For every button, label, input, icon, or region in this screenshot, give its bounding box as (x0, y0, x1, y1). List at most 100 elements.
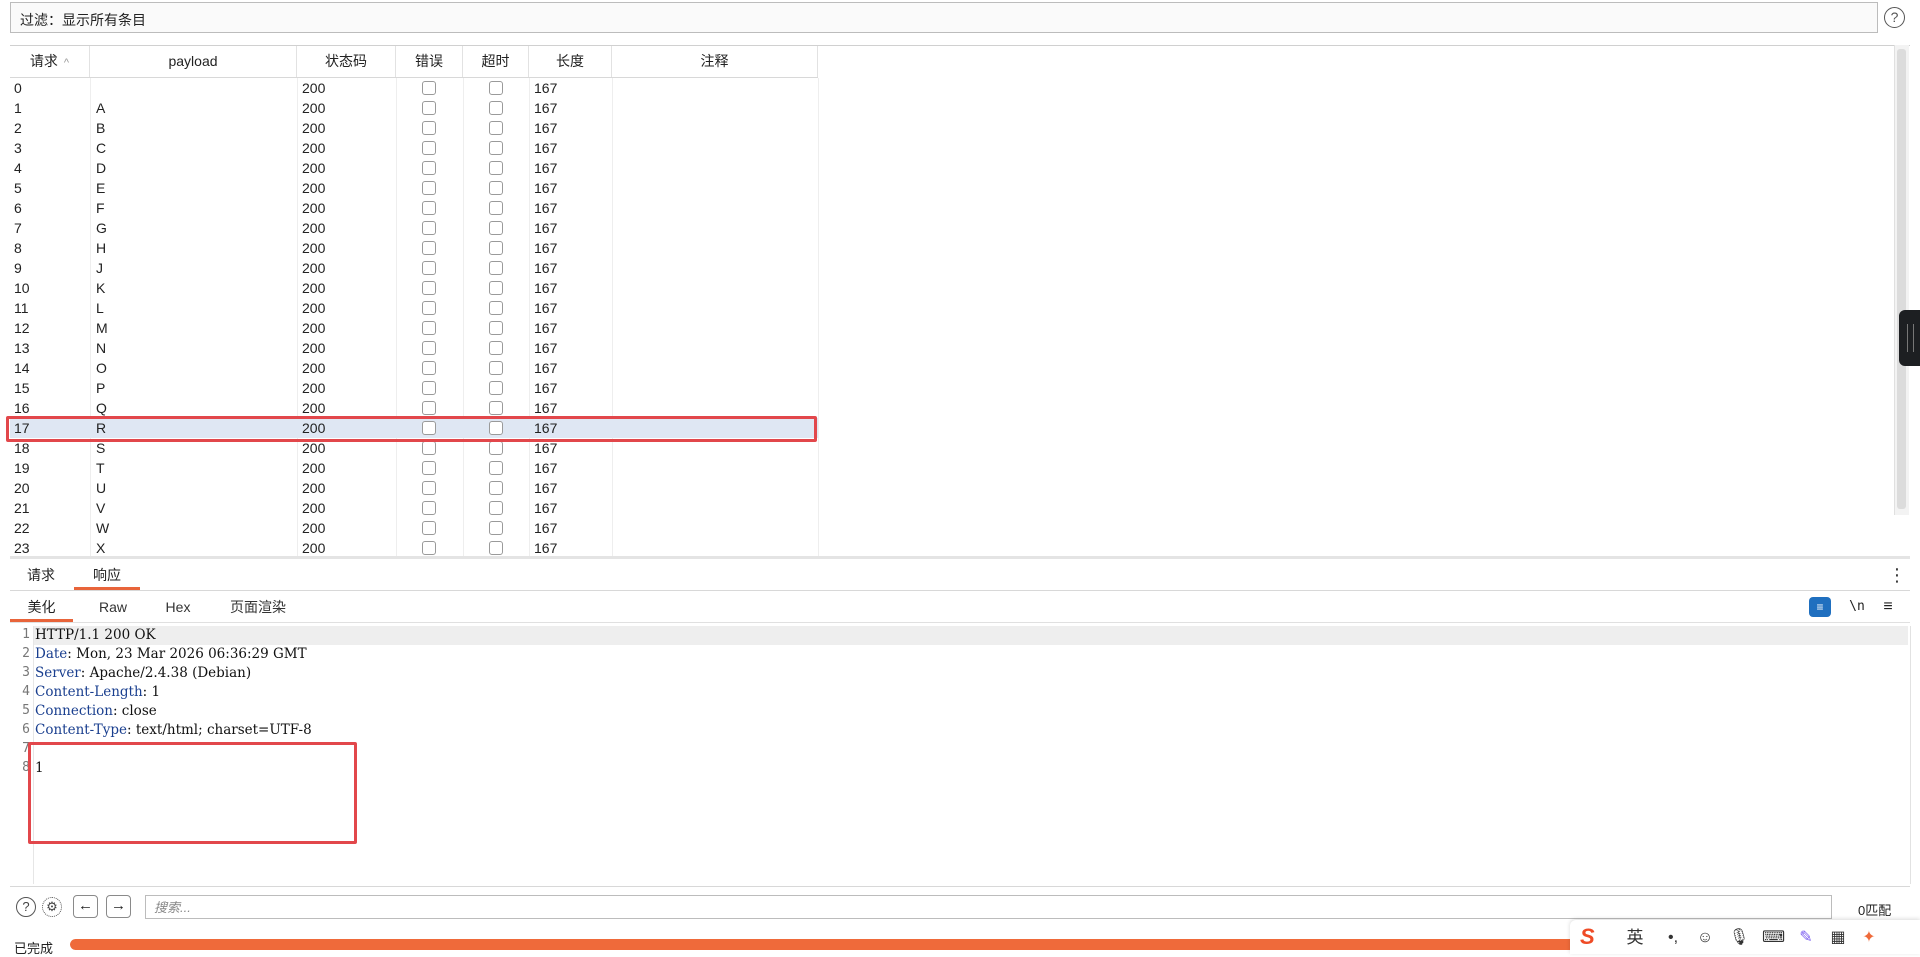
timeout-checkbox[interactable] (489, 81, 503, 95)
error-checkbox[interactable] (422, 81, 436, 95)
error-checkbox[interactable] (422, 281, 436, 295)
column-header-status[interactable]: 状态码 (297, 46, 396, 77)
table-row[interactable]: 3 C 200 167 (10, 138, 818, 158)
timeout-checkbox[interactable] (489, 341, 503, 355)
error-checkbox[interactable] (422, 241, 436, 255)
help-icon[interactable]: ? (16, 897, 36, 917)
table-row[interactable]: 20 U 200 167 (10, 478, 818, 498)
table-scrollbar[interactable] (1894, 45, 1909, 515)
timeout-checkbox[interactable] (489, 281, 503, 295)
table-row[interactable]: 19 T 200 167 (10, 458, 818, 478)
error-checkbox[interactable] (422, 361, 436, 375)
error-checkbox[interactable] (422, 201, 436, 215)
timeout-checkbox[interactable] (489, 121, 503, 135)
emoji-icon[interactable]: ☺ (1694, 928, 1716, 948)
error-checkbox[interactable] (422, 401, 436, 415)
gear-icon[interactable]: ⚙ (42, 897, 62, 917)
timeout-checkbox[interactable] (489, 321, 503, 335)
previous-match-button[interactable]: ← (73, 895, 98, 918)
timeout-checkbox[interactable] (489, 141, 503, 155)
error-checkbox[interactable] (422, 501, 436, 515)
error-checkbox[interactable] (422, 541, 436, 555)
timeout-checkbox[interactable] (489, 261, 503, 275)
table-row[interactable]: 13 N 200 167 (10, 338, 818, 358)
hamburger-menu-icon[interactable]: ≡ (1877, 597, 1899, 617)
search-input[interactable] (145, 895, 1832, 919)
toolbox-icon[interactable]: ▦ (1827, 928, 1849, 948)
error-checkbox[interactable] (422, 161, 436, 175)
more-options-icon[interactable]: ⋮ (1888, 564, 1906, 586)
column-header-length[interactable]: 长度 (529, 46, 612, 77)
error-checkbox[interactable] (422, 461, 436, 475)
error-checkbox[interactable] (422, 121, 436, 135)
split-pane-divider[interactable] (10, 556, 1910, 559)
table-row[interactable]: 22 W 200 167 (10, 518, 818, 538)
tab-response[interactable]: 响应 (74, 560, 140, 590)
scrollbar-thumb[interactable] (1897, 49, 1906, 509)
next-match-button[interactable]: → (106, 895, 131, 918)
table-row[interactable]: 15 P 200 167 (10, 378, 818, 398)
table-row[interactable]: 16 Q 200 167 (10, 398, 818, 418)
side-panel-handle[interactable] (1899, 310, 1920, 366)
timeout-checkbox[interactable] (489, 481, 503, 495)
error-checkbox[interactable] (422, 221, 436, 235)
tab-raw[interactable]: Raw (88, 592, 138, 622)
timeout-checkbox[interactable] (489, 381, 503, 395)
table-row[interactable]: 2 B 200 167 (10, 118, 818, 138)
timeout-checkbox[interactable] (489, 241, 503, 255)
table-row[interactable]: 7 G 200 167 (10, 218, 818, 238)
mascot-icon[interactable]: ✦ (1858, 928, 1880, 948)
table-row[interactable]: 23 X 200 167 (10, 538, 818, 556)
error-checkbox[interactable] (422, 521, 436, 535)
column-header-payload[interactable]: payload (90, 46, 297, 77)
error-checkbox[interactable] (422, 141, 436, 155)
timeout-checkbox[interactable] (489, 101, 503, 115)
timeout-checkbox[interactable] (489, 201, 503, 215)
ime-language-toggle[interactable]: 英 (1624, 928, 1646, 948)
tab-pretty[interactable]: 美化 (10, 592, 73, 622)
table-row[interactable]: 5 E 200 167 (10, 178, 818, 198)
help-icon[interactable]: ? (1884, 7, 1905, 28)
skin-icon[interactable]: ✎ (1795, 928, 1817, 948)
error-checkbox[interactable] (422, 301, 436, 315)
timeout-checkbox[interactable] (489, 401, 503, 415)
table-row[interactable]: 14 O 200 167 (10, 358, 818, 378)
error-checkbox[interactable] (422, 481, 436, 495)
column-header-comment[interactable]: 注释 (612, 46, 818, 77)
microphone-icon[interactable]: 🎙 (1728, 928, 1750, 948)
table-row[interactable]: 9 J 200 167 (10, 258, 818, 278)
error-checkbox[interactable] (422, 381, 436, 395)
column-header-request[interactable]: 请求 ^ (10, 46, 90, 77)
tab-request[interactable]: 请求 (20, 560, 62, 590)
timeout-checkbox[interactable] (489, 361, 503, 375)
error-checkbox[interactable] (422, 181, 436, 195)
timeout-checkbox[interactable] (489, 221, 503, 235)
keyboard-icon[interactable]: ⌨ (1762, 928, 1785, 948)
timeout-checkbox[interactable] (489, 541, 503, 555)
timeout-checkbox[interactable] (489, 301, 503, 315)
tab-render[interactable]: 页面渲染 (218, 592, 298, 622)
column-header-error[interactable]: 错误 (396, 46, 463, 77)
table-row[interactable]: 1 A 200 167 (10, 98, 818, 118)
column-header-timeout[interactable]: 超时 (463, 46, 529, 77)
error-checkbox[interactable] (422, 101, 436, 115)
table-row[interactable]: 12 M 200 167 (10, 318, 818, 338)
timeout-checkbox[interactable] (489, 441, 503, 455)
error-checkbox[interactable] (422, 341, 436, 355)
error-checkbox[interactable] (422, 321, 436, 335)
timeout-checkbox[interactable] (489, 501, 503, 515)
timeout-checkbox[interactable] (489, 521, 503, 535)
wrap-lines-icon[interactable]: ≡ (1809, 597, 1831, 617)
show-newlines-button[interactable]: \n (1846, 597, 1868, 617)
filter-bar[interactable]: 过滤：显示所有条目 (10, 2, 1878, 33)
punctuation-icon[interactable]: •, (1662, 928, 1684, 948)
timeout-checkbox[interactable] (489, 181, 503, 195)
table-row[interactable]: 8 H 200 167 (10, 238, 818, 258)
ime-logo-icon[interactable]: S (1580, 926, 1604, 948)
table-row[interactable]: 0 200 167 (10, 78, 818, 98)
timeout-checkbox[interactable] (489, 461, 503, 475)
table-row[interactable]: 11 L 200 167 (10, 298, 818, 318)
timeout-checkbox[interactable] (489, 161, 503, 175)
error-checkbox[interactable] (422, 261, 436, 275)
table-row[interactable]: 21 V 200 167 (10, 498, 818, 518)
